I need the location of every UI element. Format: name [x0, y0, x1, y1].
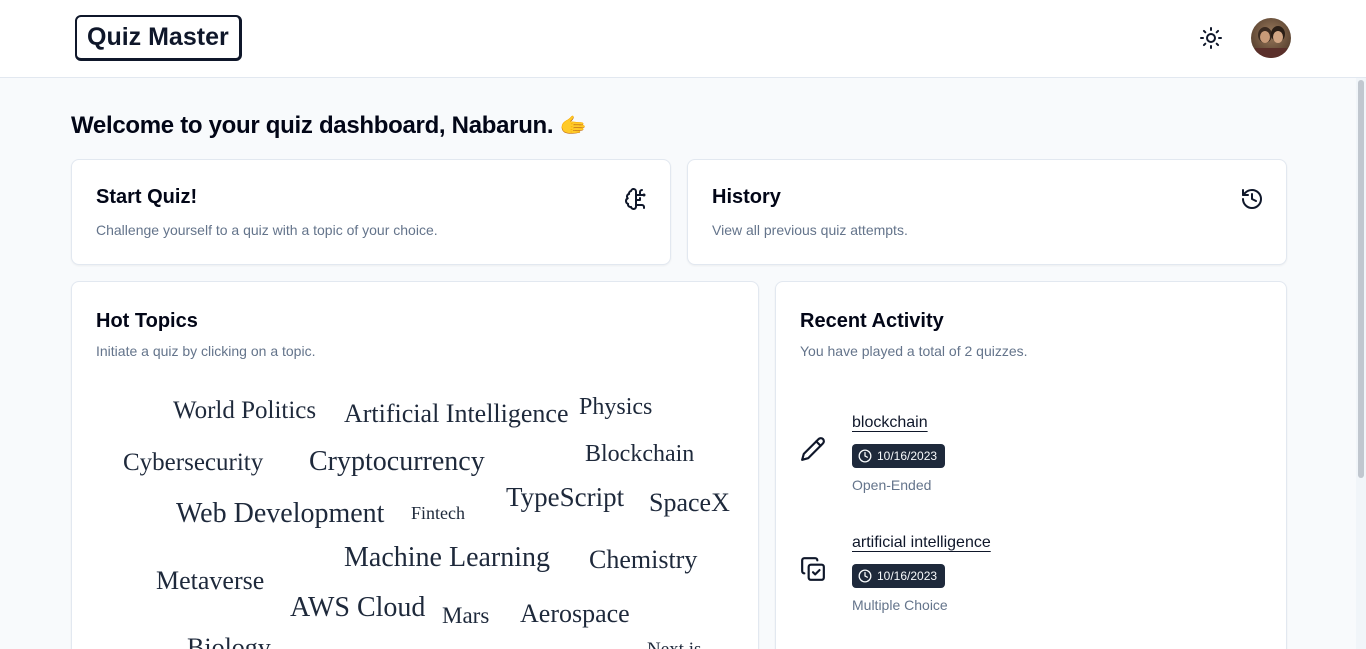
topic-artificial-intelligence[interactable]: Artificial Intelligence	[344, 401, 569, 427]
welcome-heading: Welcome to your quiz dashboard, Nabarun.…	[71, 112, 587, 140]
history-card[interactable]: History View all previous quiz attempts.	[687, 159, 1287, 265]
topic-world-politics[interactable]: World Politics	[173, 398, 316, 423]
activity-date: 10/16/2023	[877, 569, 938, 583]
topic-typescript[interactable]: TypeScript	[506, 484, 624, 511]
user-avatar[interactable]	[1251, 18, 1291, 58]
copy-check-icon	[801, 557, 825, 581]
topic-fintech[interactable]: Fintech	[411, 504, 465, 522]
recent-activity-description: You have played a total of 2 quizzes.	[800, 343, 1028, 359]
wave-emoji: 🫱	[559, 113, 587, 138]
activity-date-badge: 10/16/2023	[852, 564, 946, 588]
clock-icon	[858, 569, 872, 583]
sun-icon	[1200, 27, 1222, 49]
topic-spacex[interactable]: SpaceX	[649, 490, 730, 516]
activity-quiz-type: Open-Ended	[852, 477, 932, 493]
logo[interactable]: Quiz Master	[75, 15, 242, 61]
activity-quiz-type: Multiple Choice	[852, 597, 948, 613]
topic-machine-learning[interactable]: Machine Learning	[344, 544, 550, 572]
theme-toggle-button[interactable]	[1195, 22, 1227, 54]
topic-biology[interactable]: Biology	[187, 635, 271, 649]
recent-activity-title: Recent Activity	[800, 310, 944, 332]
hot-topics-title: Hot Topics	[96, 310, 198, 332]
brain-icon	[625, 188, 646, 210]
welcome-text: Welcome to your quiz dashboard, Nabarun.	[71, 112, 554, 139]
top-navbar: Quiz Master	[0, 0, 1366, 78]
topic-web-development[interactable]: Web Development	[176, 500, 384, 528]
hot-topics-card: Hot Topics Initiate a quiz by clicking o…	[71, 281, 759, 649]
activity-date-badge: 10/16/2023	[852, 444, 946, 468]
history-description: View all previous quiz attempts.	[712, 222, 908, 238]
topic-chemistry[interactable]: Chemistry	[589, 547, 697, 573]
start-quiz-title: Start Quiz!	[96, 186, 198, 208]
activity-topic-link[interactable]: artificial intelligence	[852, 534, 991, 552]
topic-aerospace[interactable]: Aerospace	[520, 601, 630, 627]
start-quiz-card[interactable]: Start Quiz! Challenge yourself to a quiz…	[71, 159, 671, 265]
activity-date: 10/16/2023	[877, 449, 938, 463]
topic-physics[interactable]: Physics	[579, 395, 652, 419]
start-quiz-description: Challenge yourself to a quiz with a topi…	[96, 222, 438, 238]
activity-item: blockchain 10/16/2023 Open-Ended	[800, 414, 1260, 514]
topic-aws-cloud[interactable]: AWS Cloud	[290, 594, 425, 622]
topic-nextjs[interactable]: Next.js	[647, 640, 701, 649]
history-icon	[1242, 189, 1262, 209]
activity-topic-link[interactable]: blockchain	[852, 414, 928, 432]
history-title: History	[712, 186, 781, 208]
pencil-icon	[801, 437, 825, 461]
scrollbar-thumb[interactable]	[1358, 80, 1364, 478]
topic-mars[interactable]: Mars	[442, 604, 489, 627]
clock-icon	[858, 449, 872, 463]
topic-blockchain[interactable]: Blockchain	[585, 442, 694, 466]
hot-topics-description: Initiate a quiz by clicking on a topic.	[96, 343, 316, 359]
activity-item: artificial intelligence 10/16/2023 Multi…	[800, 534, 1260, 634]
topic-cybersecurity[interactable]: Cybersecurity	[123, 450, 263, 475]
recent-activity-card: Recent Activity You have played a total …	[775, 281, 1287, 649]
topic-metaverse[interactable]: Metaverse	[156, 568, 264, 594]
topic-cryptocurrency[interactable]: Cryptocurrency	[309, 448, 485, 476]
